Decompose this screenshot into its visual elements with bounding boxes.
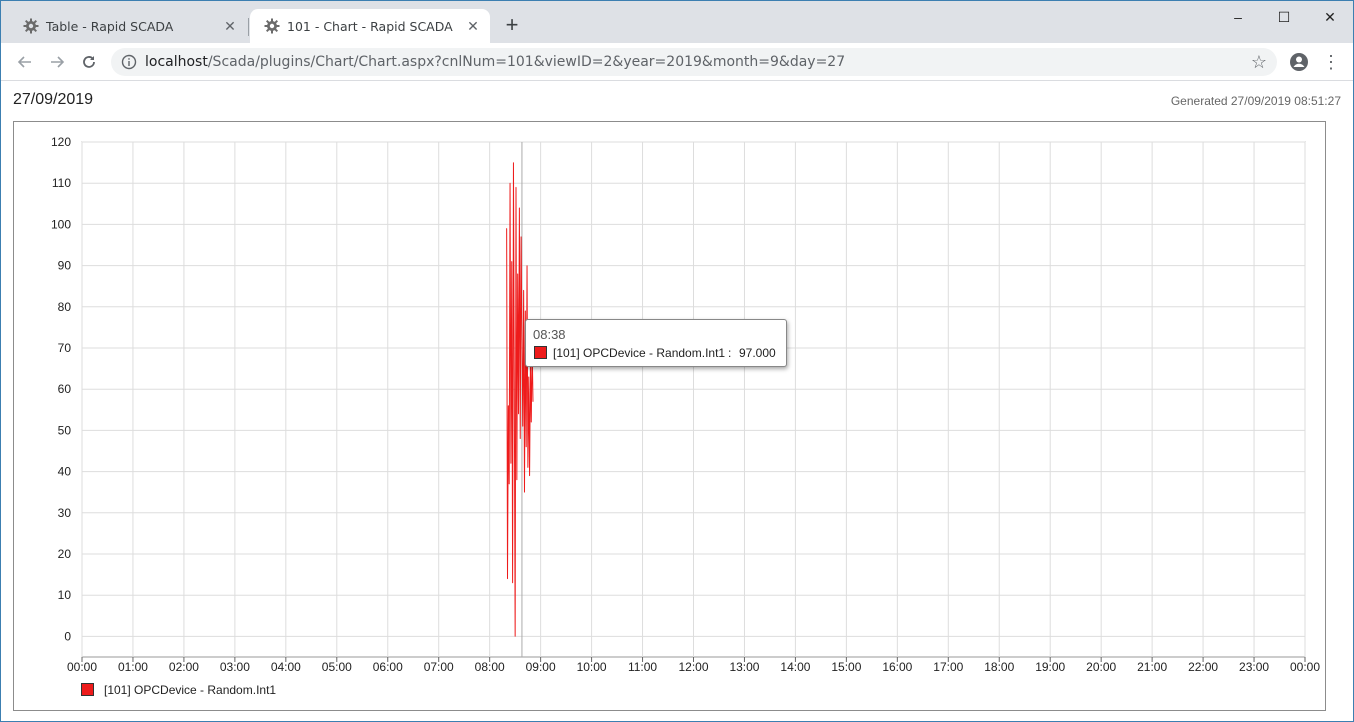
y-tick-label: 40 (58, 465, 72, 479)
x-tick-label: 09:00 (526, 660, 556, 674)
chart-tooltip: 08:38 [101] OPCDevice - Random.Int1 : 97… (525, 319, 787, 367)
y-tick-label: 70 (58, 341, 72, 355)
data-point (523, 289, 525, 291)
x-tick-label: 19:00 (1035, 660, 1065, 674)
data-point (529, 475, 530, 477)
data-point (513, 388, 515, 390)
y-tick-label: 50 (58, 423, 72, 437)
x-tick-label: 10:00 (577, 660, 607, 674)
data-point (526, 265, 528, 266)
data-point (525, 446, 527, 448)
tooltip-swatch (534, 346, 547, 359)
x-tick-label: 22:00 (1188, 660, 1218, 674)
x-tick-label: 13:00 (729, 660, 759, 674)
browser-window: Table - Rapid SCADA ✕ 101 - Chart - Rapi… (0, 0, 1354, 722)
tooltip-time: 08:38 (533, 327, 566, 342)
legend-swatch (81, 683, 94, 696)
x-tick-label: 21:00 (1137, 660, 1167, 674)
tooltip-separator: : (728, 346, 732, 360)
y-tick-label: 90 (58, 259, 72, 273)
x-tick-label: 07:00 (424, 660, 454, 674)
x-tick-label: 00:00 (1290, 660, 1320, 674)
x-tick-label: 02:00 (169, 660, 199, 674)
x-tick-label: 15:00 (831, 660, 861, 674)
data-point (518, 207, 520, 209)
x-tick-label: 05:00 (322, 660, 352, 674)
x-tick-label: 16:00 (882, 660, 912, 674)
x-tick-label: 04:00 (271, 660, 301, 674)
data-point (510, 462, 512, 464)
data-point (519, 438, 521, 440)
x-tick-label: 08:00 (475, 660, 505, 674)
data-point (517, 273, 519, 275)
x-tick-label: 18:00 (984, 660, 1014, 674)
y-tick-label: 100 (51, 217, 71, 231)
tooltip-value: 97.000 (739, 346, 776, 360)
data-point (520, 236, 522, 238)
data-point (513, 162, 514, 164)
data-point (509, 182, 511, 184)
y-tick-label: 0 (64, 629, 71, 643)
x-tick-label: 17:00 (933, 660, 963, 674)
data-point (516, 479, 518, 481)
data-point (511, 261, 513, 262)
data-point (507, 405, 509, 407)
x-tick-label: 11:00 (628, 660, 657, 674)
data-point (524, 310, 526, 312)
y-tick-label: 10 (58, 588, 72, 602)
data-point (522, 425, 524, 427)
x-tick-label: 03:00 (220, 660, 250, 674)
x-tick-label: 14:00 (780, 660, 810, 674)
data-point (527, 467, 529, 468)
data-point (532, 401, 534, 402)
y-tick-label: 110 (52, 176, 71, 190)
data-point (530, 421, 532, 423)
x-tick-label: 20:00 (1086, 660, 1116, 674)
data-point (521, 339, 523, 341)
x-tick-label: 01:00 (118, 660, 148, 674)
x-tick-label: 06:00 (373, 660, 403, 674)
y-tick-label: 60 (58, 382, 72, 396)
data-point (507, 578, 508, 580)
y-tick-label: 120 (51, 135, 71, 149)
data-point (506, 228, 508, 229)
x-tick-label: 12:00 (678, 660, 708, 674)
data-point (524, 491, 525, 493)
legend-label: [101] OPCDevice - Random.Int1 (104, 683, 277, 697)
data-point (508, 483, 510, 485)
data-point (512, 582, 513, 584)
data-point (528, 376, 530, 378)
data-point (515, 186, 517, 188)
x-tick-label: 23:00 (1239, 660, 1269, 674)
series-line (506, 162, 534, 637)
data-point (518, 413, 519, 415)
data-point (514, 636, 516, 637)
tooltip-series: [101] OPCDevice - Random.Int1 (553, 346, 726, 360)
y-tick-label: 30 (58, 506, 72, 520)
x-tick-label: 00:00 (67, 660, 97, 674)
y-tick-label: 80 (58, 300, 72, 314)
y-tick-label: 20 (58, 547, 72, 561)
